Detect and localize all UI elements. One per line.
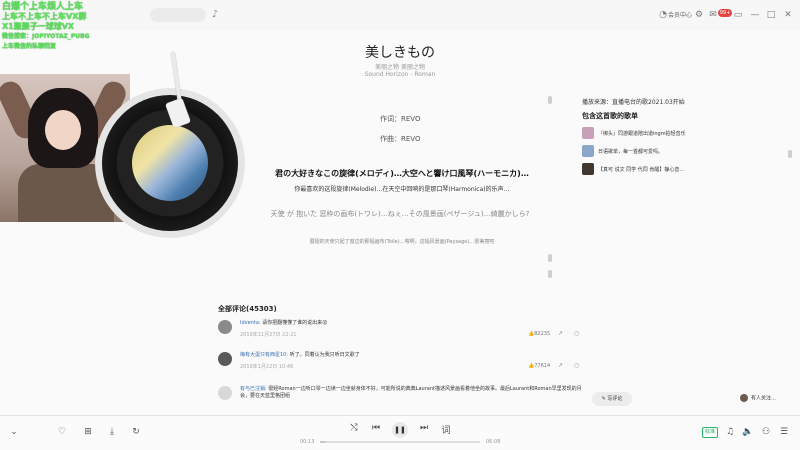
- quality-badge[interactable]: 标准: [702, 427, 718, 438]
- settings-icon[interactable]: ⚙: [694, 10, 704, 20]
- comment-body: 很经Roman一边听口琴一边读一边坐就身体不好，可能所说的典典Laurant描述…: [240, 386, 582, 399]
- lyric-toggle[interactable]: 词: [440, 423, 452, 436]
- playlists-heading: 包含这首歌的歌单: [582, 112, 638, 120]
- playlist-thumbnail: [582, 145, 594, 157]
- overlay-line: X1聚聚子一球球VX: [2, 22, 75, 31]
- write-comment-label: 写评论: [607, 396, 623, 402]
- progress-bar[interactable]: [320, 441, 480, 443]
- member-center-link[interactable]: 会员中心: [668, 10, 692, 19]
- avatar[interactable]: [218, 320, 232, 334]
- listen-together-icon[interactable]: ⚇: [760, 427, 772, 437]
- playlist-thumbnail: [582, 163, 594, 175]
- overlay-line: 白嫖个上车烦人上车: [2, 2, 84, 12]
- avatar: [740, 394, 748, 402]
- lyric-line: 天使 が 抱いた 窓枠の画布(トワレ)…ねぇ…その風景画(ペザージュ)…綺麗かし…: [270, 210, 530, 218]
- song-alias: 美丽之物 美丽之物: [375, 64, 425, 71]
- heart-icon[interactable]: ♡: [56, 427, 68, 437]
- lyric-scrollbar[interactable]: [548, 254, 552, 262]
- share-icon[interactable]: ↗: [558, 330, 563, 337]
- comment-text: 有与已注销: 很经Roman一边听口琴一边读一边坐就身体不好，可能所说的典典La…: [240, 386, 586, 400]
- comment-user[interactable]: 有与已注销:: [240, 386, 267, 392]
- close-icon[interactable]: ✕: [783, 10, 793, 20]
- comment-user[interactable]: Idventa:: [240, 320, 261, 326]
- write-comment-button[interactable]: ✎ 写评论: [592, 392, 632, 406]
- reply-icon[interactable]: ○: [574, 362, 579, 369]
- webcam-figure: [45, 110, 81, 150]
- share-icon[interactable]: ↻: [130, 427, 142, 437]
- comment-user[interactable]: 梅有大蛋只有西星10:: [240, 352, 288, 358]
- progress-fill: [320, 441, 326, 443]
- overlay-line: 微信搜索：JOPIYOTAZ_PUBG: [2, 33, 90, 40]
- listeners-indicator[interactable]: 有人关注…: [740, 394, 800, 402]
- mail-icon[interactable]: ✉: [708, 10, 718, 20]
- shuffle-icon[interactable]: ⤭: [348, 423, 360, 433]
- album-cover: [132, 125, 208, 201]
- comment-body: 请你把翻懂懂了谁的说出来😮: [262, 320, 328, 326]
- comment-text: 梅有大蛋只有西星10: 听了。同着认为我只听日文歌了: [240, 352, 360, 359]
- pause-button[interactable]: ❚❚: [392, 422, 408, 438]
- song-title: 美しきもの: [365, 45, 435, 61]
- next-icon[interactable]: ⏭: [418, 423, 430, 433]
- current-lyric-translation: 你最喜欢的这段旋律(Melodie)…在天空中回响的是那口琴(Harmonica…: [294, 186, 510, 193]
- avatar[interactable]: [218, 386, 232, 400]
- comment-text: Idventa: 请你把翻懂懂了谁的说出来😮: [240, 320, 327, 327]
- comment-time: 2019年11月27日 22:21: [240, 332, 297, 338]
- volume-icon[interactable]: 🔈: [742, 427, 754, 437]
- playlist-name: 『绑头』同游跟道陪出道ingm拍轻音乐: [598, 131, 686, 137]
- restore-icon[interactable]: □: [766, 10, 776, 20]
- lyric-line: 作曲：REVO: [380, 135, 421, 143]
- comment-body: 听了。同着认为我只听日文歌了: [289, 352, 360, 358]
- collapse-icon[interactable]: ⌄: [8, 427, 20, 437]
- play-source[interactable]: 播放来源：直播电台的歌2021.03开始: [582, 97, 685, 106]
- share-icon[interactable]: ↗: [558, 362, 563, 369]
- minimize-icon[interactable]: —: [750, 10, 760, 20]
- current-lyric-line: 君の大好きなこの旋律(メロディ)…大空へと響け口風琴(ハーモニカ)…: [275, 169, 529, 178]
- message-badge: 99+: [718, 9, 732, 17]
- playlist-name: 【真可 说文 同学 代同 肯醒】静心音…: [598, 167, 685, 173]
- sound-effect-icon[interactable]: ♫: [724, 427, 736, 437]
- playlist-thumbnail: [582, 127, 594, 139]
- comment-likes[interactable]: 👍77614: [528, 363, 550, 369]
- mini-mode-icon[interactable]: ▭: [733, 10, 743, 20]
- player-bar: ⌄ ♡ ⊞ ⤓ ↻ ⤭ ⏮ ❚❚ ⏭ 词 00:13 06:08 标准 ♫ 🔈 …: [0, 415, 800, 450]
- stream-overlay-text: 白嫖个上车烦人上车 上车不上车不上车VX群 X1聚聚子一球球VX 微信搜索：JO…: [2, 2, 162, 52]
- add-to-playlist-icon[interactable]: ⊞: [82, 427, 94, 437]
- overlay-line: 上车微信的私聊回复: [2, 43, 57, 50]
- like-count: 77614: [534, 363, 551, 369]
- lyric-scrollbar[interactable]: [548, 96, 552, 104]
- total-time: 06:08: [486, 439, 501, 445]
- download-icon[interactable]: ⤓: [106, 427, 118, 437]
- lyric-line: 作词：REVO: [380, 115, 421, 123]
- listeners-text: 有人关注…: [751, 395, 777, 402]
- like-count: 82235: [534, 331, 551, 337]
- user-icon[interactable]: ◔: [658, 10, 668, 20]
- mic-icon[interactable]: ♪: [210, 9, 220, 21]
- sidebar-scrollbar[interactable]: [788, 150, 792, 158]
- pause-icon: ❚❚: [394, 426, 406, 434]
- playlist-name: 日语歌单，每一首都可爱吗。: [598, 149, 664, 155]
- lyric-translation: 展翅的天使只起了窗边的那幅画布(Toile)…喂啊，这幅风景画(Paysage)…: [309, 239, 495, 245]
- music-player-window: ♪ ◔ 会员中心 ⚙ ✉ 99+ ▭ — □ ✕ 白嫖个上车烦人上车 上车不上车…: [0, 0, 800, 450]
- previous-icon[interactable]: ⏮: [370, 423, 382, 433]
- playlist-icon[interactable]: ☰: [778, 427, 790, 437]
- reply-icon[interactable]: ○: [574, 330, 579, 337]
- song-artist[interactable]: Sound Horizon - Roman: [300, 71, 500, 78]
- comment-likes[interactable]: 👍82235: [528, 331, 550, 337]
- comment-time: 2019年1月22日 10:46: [240, 364, 294, 370]
- current-time: 00:13: [300, 439, 315, 445]
- lyric-scrollbar[interactable]: [548, 270, 552, 278]
- comments-heading: 全部评论(45303): [218, 305, 277, 313]
- overlay-line: 上车不上车不上车VX群: [2, 12, 87, 21]
- avatar[interactable]: [218, 352, 232, 366]
